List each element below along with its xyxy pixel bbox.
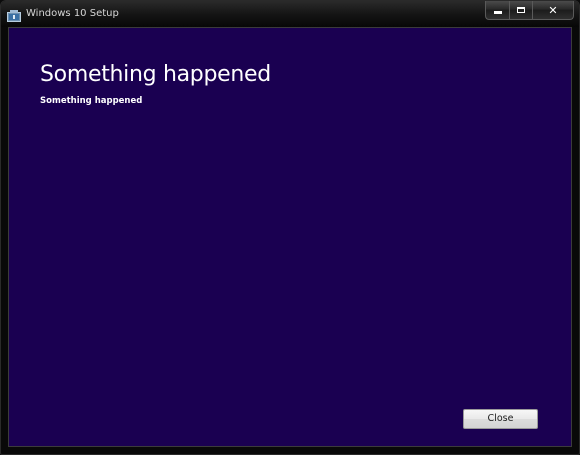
close-button[interactable]: Close [463,409,538,429]
page-title: Something happened [40,62,271,87]
maximize-icon [517,7,525,13]
setup-app-icon [7,7,21,22]
title-bar[interactable]: Windows 10 Setup ✕ [1,1,579,27]
caption-buttons: ✕ [485,1,574,20]
minimize-icon [493,11,502,14]
window-close-button[interactable]: ✕ [532,1,574,20]
window-title: Windows 10 Setup [26,8,119,19]
setup-window: Windows 10 Setup ✕ Something happened So… [0,0,580,455]
maximize-button[interactable] [509,1,532,20]
minimize-button[interactable] [485,1,509,20]
error-message: Something happened [40,96,143,106]
close-icon: ✕ [548,3,558,17]
setup-content-area: Something happened Something happened Cl… [8,27,572,447]
